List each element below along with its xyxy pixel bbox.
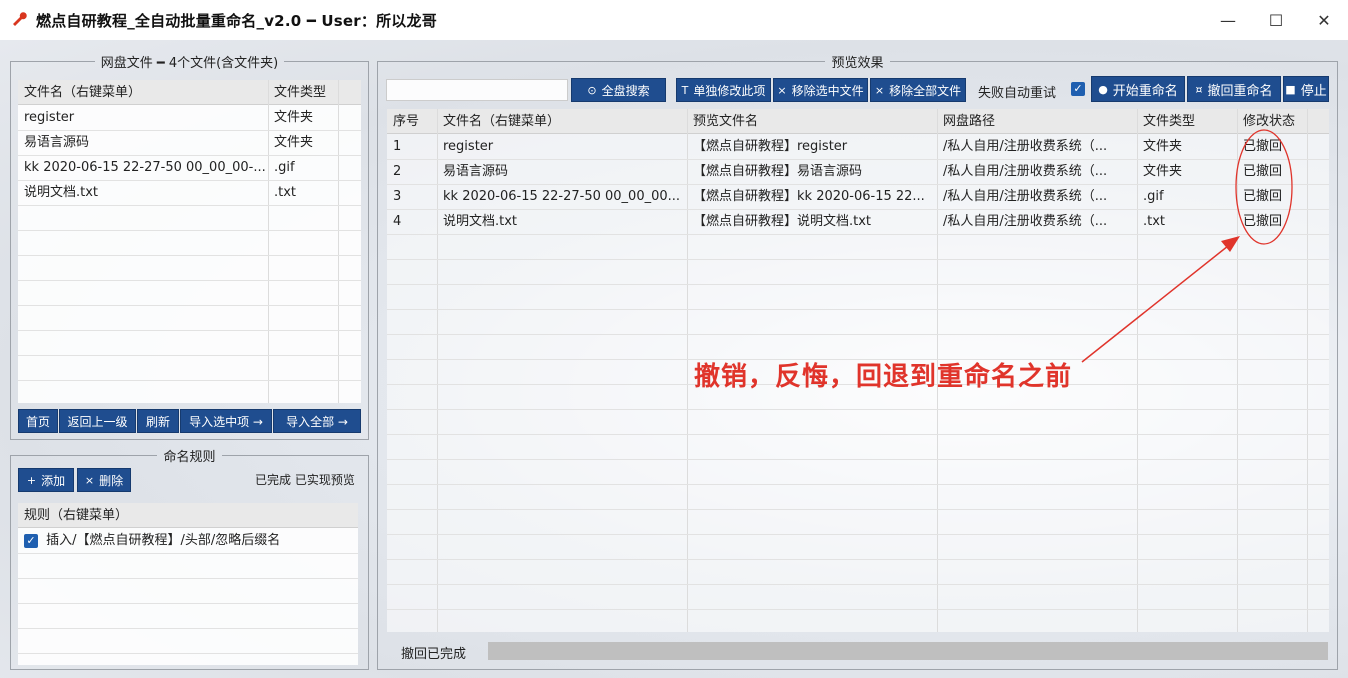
- minimize-button[interactable]: —: [1204, 0, 1252, 40]
- text-icon: T: [681, 83, 689, 97]
- annotation-text: 撤销，反悔，回退到重命名之前: [694, 362, 1073, 392]
- table-cell-filetype[interactable]: 文件夹: [1137, 134, 1237, 159]
- table-cell-filetype[interactable]: .txt: [1137, 209, 1237, 234]
- table-cell-index[interactable]: 2: [387, 159, 437, 184]
- status-text: 撤回已完成: [401, 647, 467, 662]
- column-header-index[interactable]: 序号: [387, 109, 437, 134]
- table-cell-filename[interactable]: 说明文档.txt: [437, 209, 687, 234]
- close-icon: ✕: [1317, 10, 1331, 30]
- table-cell-preview[interactable]: 【燃点自研教程】kk 2020-06-15 22...: [687, 184, 937, 209]
- table-cell-index[interactable]: 1: [387, 134, 437, 159]
- undo-icon: ¤: [1195, 82, 1203, 96]
- table-row-type[interactable]: 文件夹: [268, 130, 338, 155]
- table-cell-filetype[interactable]: .gif: [1137, 184, 1237, 209]
- add-rule-button[interactable]: + 添加: [18, 468, 74, 492]
- table-row-name[interactable]: 易语言源码: [18, 130, 268, 155]
- stop-icon: ■: [1285, 82, 1296, 96]
- rules-status: 已完成 已实现预览: [255, 473, 355, 487]
- table-cell-filename[interactable]: kk 2020-06-15 22-27-50 00_00_00...: [437, 184, 687, 209]
- column-header-status[interactable]: 修改状态: [1237, 109, 1307, 134]
- table-cell-path[interactable]: /私人自用/注册收费系统（...: [937, 134, 1137, 159]
- rule-checkbox[interactable]: ✓: [24, 533, 38, 548]
- home-button[interactable]: 首页: [18, 409, 58, 433]
- close-icon: ×: [84, 473, 95, 487]
- table-row-type[interactable]: 文件夹: [268, 105, 338, 130]
- table-cell-filetype[interactable]: 文件夹: [1137, 159, 1237, 184]
- wrench-icon: [10, 9, 32, 31]
- naming-rules-legend: 命名规则: [163, 450, 216, 465]
- remove-selected-button[interactable]: × 移除选中文件: [773, 78, 868, 102]
- table-cell-filename[interactable]: register: [437, 134, 687, 159]
- record-icon: ●: [1098, 82, 1108, 96]
- retry-label: 失败自动重试: [978, 86, 1057, 101]
- title-bar: 燃点自研教程_全自动批量重命名_v2.0 ━ User：所以龙哥 — ☐ ✕: [0, 0, 1348, 40]
- table-row-type[interactable]: .gif: [268, 155, 338, 180]
- close-button[interactable]: ✕: [1300, 0, 1348, 40]
- undo-rename-button[interactable]: ¤ 撤回重命名: [1187, 76, 1281, 102]
- import-selected-button[interactable]: 导入选中项 →: [180, 409, 272, 433]
- start-rename-button[interactable]: ● 开始重命名: [1091, 76, 1185, 102]
- table-cell-preview[interactable]: 【燃点自研教程】说明文档.txt: [687, 209, 937, 234]
- search-input[interactable]: [386, 79, 568, 101]
- maximize-icon: ☐: [1268, 10, 1284, 30]
- table-cell-path[interactable]: /私人自用/注册收费系统（...: [937, 159, 1137, 184]
- up-level-button[interactable]: 返回上一级: [59, 409, 136, 433]
- table-cell-path[interactable]: /私人自用/注册收费系统（...: [937, 209, 1137, 234]
- table-row-type[interactable]: .txt: [268, 180, 338, 205]
- table-row-name[interactable]: kk 2020-06-15 22-27-50 00_00_00-...: [18, 155, 268, 180]
- table-cell-index[interactable]: 4: [387, 209, 437, 234]
- delete-rule-button[interactable]: × 删除: [77, 468, 131, 492]
- table-cell-status[interactable]: 已撤回: [1237, 184, 1307, 209]
- column-header-path[interactable]: 网盘路径: [937, 109, 1137, 134]
- column-header-filetype[interactable]: 文件类型: [268, 80, 338, 105]
- minimize-icon: —: [1220, 10, 1236, 30]
- remove-all-button[interactable]: × 移除全部文件: [870, 78, 966, 102]
- close-icon: ×: [874, 83, 885, 97]
- rule-text: 插入/【燃点自研教程】/头部/忽略后缀名: [46, 533, 281, 548]
- table-row-name[interactable]: 说明文档.txt: [18, 180, 268, 205]
- table-cell-status[interactable]: 已撤回: [1237, 134, 1307, 159]
- search-icon: ⊙: [587, 83, 597, 97]
- table-cell-status[interactable]: 已撤回: [1237, 159, 1307, 184]
- column-header-filename[interactable]: 文件名（右键菜单）: [18, 80, 268, 105]
- window-title: 燃点自研教程_全自动批量重命名_v2.0 ━ User：所以龙哥: [36, 11, 437, 30]
- column-header-preview[interactable]: 预览文件名: [687, 109, 937, 134]
- table-cell-preview[interactable]: 【燃点自研教程】易语言源码: [687, 159, 937, 184]
- plus-icon: +: [26, 473, 37, 487]
- edit-single-button[interactable]: T 单独修改此项: [676, 78, 771, 102]
- refresh-button[interactable]: 刷新: [137, 409, 179, 433]
- disk-files-legend: 网盘文件 ━ 4个文件(含文件夹): [100, 56, 279, 71]
- preview-legend: 预览效果: [831, 56, 884, 71]
- progress-bar: [488, 642, 1328, 660]
- table-cell-index[interactable]: 3: [387, 184, 437, 209]
- rules-table[interactable]: 规则（右键菜单） ✓ 插入/【燃点自研教程】/头部/忽略后缀名: [18, 503, 358, 665]
- column-header-filetype[interactable]: 文件类型: [1137, 109, 1237, 134]
- stop-button[interactable]: ■ 停止: [1283, 76, 1329, 102]
- import-all-button[interactable]: 导入全部 →: [273, 409, 361, 433]
- table-row-name[interactable]: register: [18, 105, 268, 130]
- full-search-button[interactable]: ⊙ 全盘搜索: [571, 78, 666, 102]
- table-cell-filename[interactable]: 易语言源码: [437, 159, 687, 184]
- table-cell-path[interactable]: /私人自用/注册收费系统（...: [937, 184, 1137, 209]
- retry-checkbox[interactable]: ✓: [1071, 82, 1085, 96]
- maximize-button[interactable]: ☐: [1252, 0, 1300, 40]
- column-header-filename[interactable]: 文件名（右键菜单）: [437, 109, 687, 134]
- table-cell-preview[interactable]: 【燃点自研教程】register: [687, 134, 937, 159]
- list-item-rule[interactable]: ✓ 插入/【燃点自研教程】/头部/忽略后缀名: [18, 528, 348, 553]
- disk-files-table[interactable]: 文件名（右键菜单） 文件类型 register 文件夹 易语言源码 文件夹 kk…: [18, 80, 361, 403]
- column-header-rule[interactable]: 规则（右键菜单）: [18, 503, 348, 528]
- table-cell-status[interactable]: 已撤回: [1237, 209, 1307, 234]
- close-icon: ×: [777, 83, 787, 97]
